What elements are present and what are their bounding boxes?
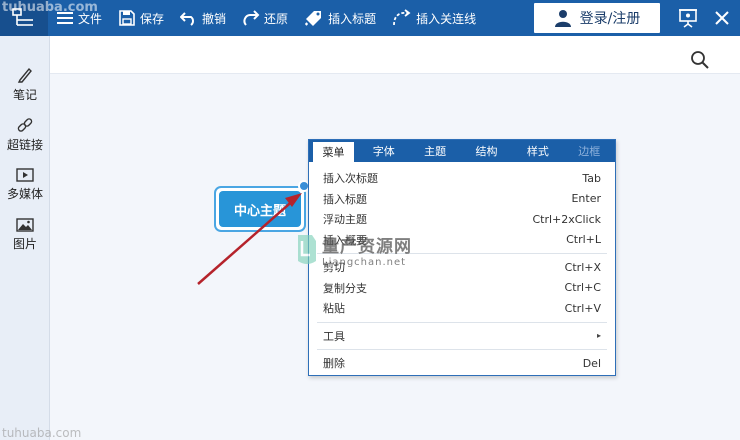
link-icon bbox=[17, 118, 33, 132]
insert-relation-label: 插入关连线 bbox=[416, 11, 477, 26]
menu-item-shortcut: Ctrl+2xClick bbox=[532, 212, 601, 226]
tab-theme[interactable]: 主题 bbox=[409, 140, 460, 162]
close-icon bbox=[715, 11, 729, 25]
close-button[interactable] bbox=[710, 6, 734, 30]
save-button[interactable]: 保存 bbox=[110, 0, 172, 36]
menu-item-label: 删除 bbox=[323, 357, 345, 371]
watermark-bottom-left: tuhuaba.com bbox=[2, 426, 82, 440]
tab-style[interactable]: 样式 bbox=[512, 140, 563, 162]
watermark-cn: 量产资源网 bbox=[322, 237, 412, 257]
menu-item-label: 复制分支 bbox=[323, 281, 367, 295]
menu-item-insert-topic[interactable]: 插入标题 Enter bbox=[309, 189, 615, 210]
menu-item-paste[interactable]: 粘贴 Ctrl+V bbox=[309, 298, 615, 319]
watermark-center: 量产资源网 Liangchan.net bbox=[296, 232, 412, 268]
media-icon bbox=[16, 168, 34, 182]
sidebar-item-label: 图片 bbox=[12, 237, 37, 251]
undo-icon bbox=[180, 12, 194, 26]
insert-relation-button[interactable]: 插入关连线 bbox=[384, 0, 484, 36]
user-icon bbox=[554, 10, 571, 27]
menu-item-shortcut: Ctrl+L bbox=[566, 233, 601, 247]
menu-item-shortcut: Del bbox=[582, 356, 601, 370]
submenu-arrow-icon: ▸ bbox=[596, 331, 601, 341]
image-icon bbox=[16, 218, 34, 232]
menu-item-tools[interactable]: 工具 ▸ bbox=[309, 326, 615, 347]
sidebar-item-label: 多媒体 bbox=[6, 187, 43, 201]
left-sidebar: 笔记 超链接 多媒体 图片 bbox=[0, 36, 50, 440]
redo-label: 还原 bbox=[264, 11, 289, 26]
presentation-button[interactable] bbox=[676, 6, 700, 30]
watermark-en: Liangchan.net bbox=[322, 257, 407, 268]
menu-item-label: 粘贴 bbox=[323, 302, 345, 316]
menu-item-label: 插入次标题 bbox=[323, 172, 378, 186]
tab-structure[interactable]: 结构 bbox=[461, 140, 512, 162]
sidebar-item-multimedia[interactable]: 多媒体 bbox=[0, 160, 50, 210]
tab-font[interactable]: 字体 bbox=[358, 140, 409, 162]
sidebar-item-hyperlink[interactable]: 超链接 bbox=[0, 110, 50, 160]
insert-topic-button[interactable]: 插入标题 bbox=[296, 0, 384, 36]
menu-item-shortcut: Ctrl+X bbox=[564, 260, 601, 274]
menu-item-shortcut: Enter bbox=[571, 192, 601, 206]
presentation-icon bbox=[679, 9, 697, 28]
search-button[interactable] bbox=[690, 50, 712, 72]
search-icon bbox=[691, 51, 709, 69]
center-topic-label: 中心主题 bbox=[219, 191, 301, 227]
tab-menu[interactable]: 菜单 bbox=[313, 142, 355, 162]
login-label: 登录/注册 bbox=[579, 11, 641, 27]
menu-separator bbox=[317, 349, 607, 350]
pencil-icon bbox=[17, 67, 32, 83]
login-register-button[interactable]: 登录/注册 bbox=[534, 3, 660, 33]
watermark-top-left: tuhuaba.com bbox=[2, 0, 98, 15]
insert-topic-label: 插入标题 bbox=[328, 11, 377, 26]
tab-border: 边框 bbox=[578, 145, 601, 158]
context-menu-tabs: 菜单 字体 主题 结构 样式 边框 bbox=[309, 140, 615, 162]
menu-item-shortcut: Tab bbox=[582, 171, 601, 185]
undo-button[interactable]: 撤销 bbox=[172, 0, 234, 36]
menu-item-copy-branch[interactable]: 复制分支 Ctrl+C bbox=[309, 278, 615, 299]
menu-item-insert-subtopic[interactable]: 插入次标题 Tab bbox=[309, 168, 615, 189]
redo-button[interactable]: 还原 bbox=[234, 0, 296, 36]
menu-item-shortcut: Ctrl+V bbox=[564, 301, 601, 315]
sidebar-item-label: 超链接 bbox=[6, 138, 43, 152]
sidebar-item-notes[interactable]: 笔记 bbox=[0, 60, 50, 110]
sidebar-item-image[interactable]: 图片 bbox=[0, 210, 50, 260]
save-icon bbox=[119, 10, 135, 26]
menu-item-label: 工具 bbox=[323, 329, 345, 343]
secondary-bar bbox=[50, 36, 740, 74]
menu-item-label: 插入标题 bbox=[323, 192, 367, 206]
center-topic-node[interactable]: 中心主题 bbox=[214, 186, 306, 232]
watermark-logo-icon bbox=[298, 235, 316, 264]
undo-label: 撤销 bbox=[202, 11, 227, 26]
relation-curve-icon bbox=[393, 9, 411, 26]
sidebar-item-label: 笔记 bbox=[12, 88, 37, 102]
menu-item-shortcut: Ctrl+C bbox=[564, 281, 601, 295]
menu-item-label: 浮动主题 bbox=[323, 213, 367, 227]
watermark-text: 量产资源网 Liangchan.net bbox=[322, 232, 412, 268]
menu-item-delete[interactable]: 删除 Del bbox=[309, 353, 615, 374]
tag-icon bbox=[305, 11, 322, 26]
redo-icon bbox=[243, 10, 260, 26]
menu-item-floating-topic[interactable]: 浮动主题 Ctrl+2xClick bbox=[309, 209, 615, 230]
menu-separator bbox=[317, 321, 607, 323]
save-label: 保存 bbox=[140, 11, 165, 26]
